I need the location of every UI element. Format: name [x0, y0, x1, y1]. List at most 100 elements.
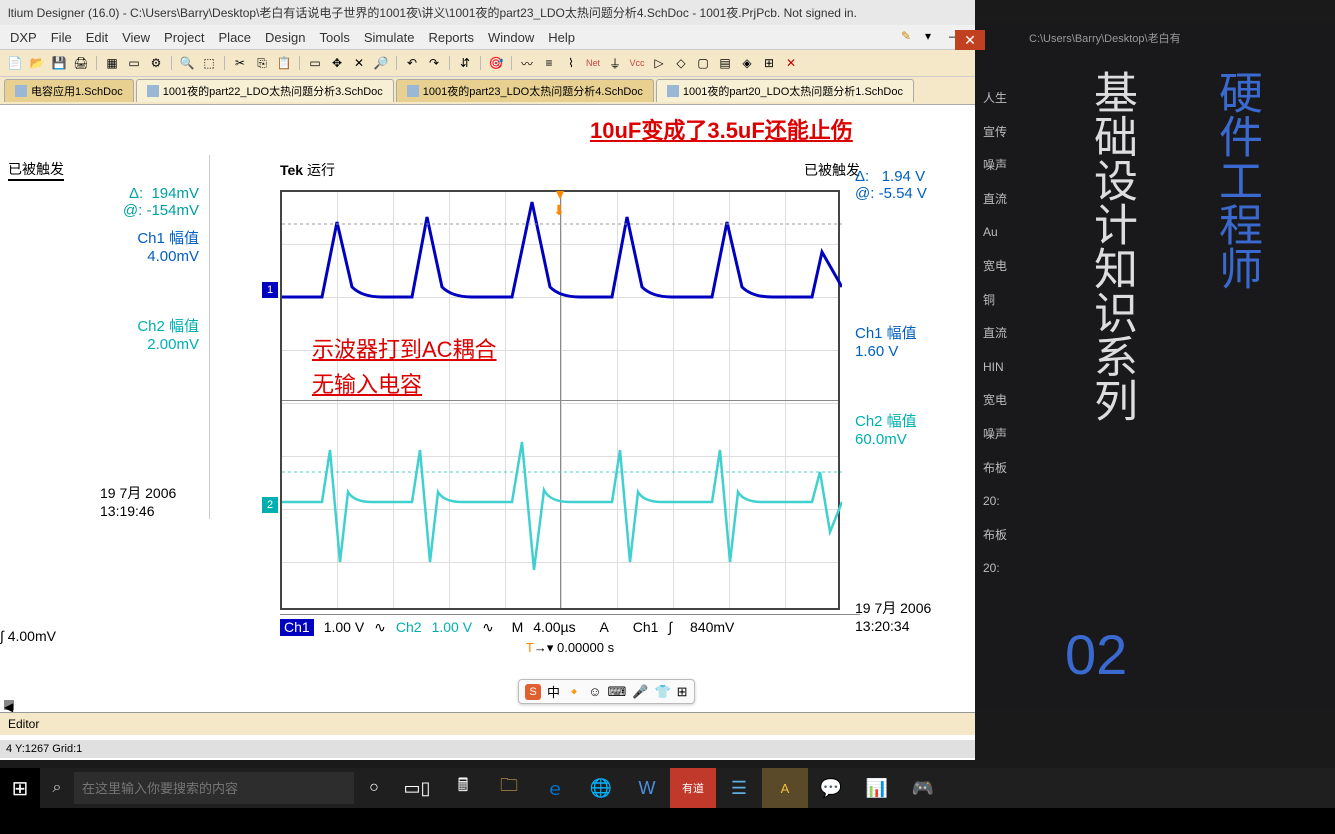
- annotation-title: 10uF变成了3.5uF还能止伤: [590, 113, 853, 145]
- zoom-fit-icon[interactable]: 🔍: [178, 54, 196, 72]
- gnd-icon[interactable]: ⏚: [606, 54, 624, 72]
- wps-icon[interactable]: W: [624, 768, 670, 808]
- menu-view[interactable]: View: [122, 30, 150, 45]
- pencil-icon[interactable]: ✎: [901, 29, 917, 45]
- cursor-delta-right: Δ: 1.94 V @: -5.54 V: [855, 168, 965, 202]
- app-icon[interactable]: 🎮: [900, 768, 946, 808]
- oscilloscope-main: Tek 运行 已被触发 ▼⬇ 1 2 示波器打到AC耦合: [280, 160, 860, 656]
- hierarchy-icon[interactable]: ⇵: [456, 54, 474, 72]
- edge-icon[interactable]: ｅ: [532, 768, 578, 808]
- overlay-list: 人生 宣传 噪声 直流 Au 宽电 铜 直流 HIN 宽电 噪声 布板 20: …: [983, 82, 1007, 586]
- ime-emoji-icon[interactable]: ☺: [588, 684, 601, 699]
- menu-help[interactable]: Help: [548, 30, 575, 45]
- oscilloscope-right: Δ: 1.94 V @: -5.54 V Ch1 幅值1.60 V Ch2 幅值…: [855, 160, 965, 634]
- menu-dxp[interactable]: DXP: [10, 30, 37, 45]
- new-icon[interactable]: 📄: [6, 54, 24, 72]
- ime-floating-bar[interactable]: S 中 🔸 ☺ ⌨ 🎤 👕 ⊞: [518, 679, 695, 704]
- layers-icon[interactable]: ▦: [103, 54, 121, 72]
- task-view-icon[interactable]: ▭▯: [394, 768, 440, 808]
- tab-1[interactable]: 1001夜的part22_LDO太热问题分析3.SchDoc: [136, 79, 394, 102]
- video-overlay: ✕ C:\Users\Barry\Desktop\老白有 人生 宣传 噪声 直流…: [975, 22, 1335, 710]
- ch1-amplitude-right: Ch1 幅值1.60 V: [855, 322, 965, 360]
- save-icon[interactable]: 💾: [50, 54, 68, 72]
- ch2-marker: 2: [262, 497, 278, 513]
- settings-icon[interactable]: ☰: [716, 768, 762, 808]
- editor-panel-tab[interactable]: Editor: [0, 712, 975, 735]
- deselect-icon[interactable]: ✕: [350, 54, 368, 72]
- paste-icon[interactable]: 📋: [275, 54, 293, 72]
- cross-probe-icon[interactable]: 🎯: [487, 54, 505, 72]
- trigger-status-main: 已被触发: [804, 160, 860, 180]
- start-button[interactable]: ⊞: [0, 768, 40, 808]
- open-icon[interactable]: 📂: [28, 54, 46, 72]
- youdao-icon[interactable]: 有道: [670, 768, 716, 808]
- schematic-content[interactable]: 10uF变成了3.5uF还能止伤 已被触发 Δ: 194mV @: -154mV…: [0, 105, 975, 705]
- vcc-icon[interactable]: Vcc: [628, 54, 646, 72]
- print-icon[interactable]: 🖨: [72, 54, 90, 72]
- sheet-icon[interactable]: ▭: [125, 54, 143, 72]
- no-erc-icon[interactable]: ✕: [782, 54, 800, 72]
- sheet-symbol-icon[interactable]: ▤: [716, 54, 734, 72]
- part-icon[interactable]: ▷: [650, 54, 668, 72]
- menu-edit[interactable]: Edit: [86, 30, 108, 45]
- excel-icon[interactable]: 📊: [854, 768, 900, 808]
- find-icon[interactable]: 🔎: [372, 54, 390, 72]
- close-icon[interactable]: ✕: [955, 30, 985, 50]
- zoom-region-icon[interactable]: ⬚: [200, 54, 218, 72]
- overlay-path: C:\Users\Barry\Desktop\老白有: [1029, 30, 1181, 46]
- bus-icon[interactable]: ≡: [540, 54, 558, 72]
- compile-icon[interactable]: ⚙: [147, 54, 165, 72]
- scroll-left-icon[interactable]: ◀: [4, 700, 14, 710]
- altium-icon[interactable]: A: [762, 768, 808, 808]
- device-icon[interactable]: ◈: [738, 54, 756, 72]
- harness-icon[interactable]: ⊞: [760, 54, 778, 72]
- file-explorer-icon[interactable]: 🗀: [486, 768, 532, 808]
- menu-reports[interactable]: Reports: [428, 30, 474, 45]
- cortana-icon[interactable]: ○: [354, 779, 394, 797]
- undo-icon[interactable]: ↶: [403, 54, 421, 72]
- redo-icon[interactable]: ↷: [425, 54, 443, 72]
- wechat-icon[interactable]: 💬: [808, 768, 854, 808]
- document-tabs: 电容应用1.SchDoc 1001夜的part22_LDO太热问题分析3.Sch…: [0, 77, 975, 105]
- menu-design[interactable]: Design: [265, 30, 305, 45]
- net-icon[interactable]: Net: [584, 54, 602, 72]
- move-icon[interactable]: ✥: [328, 54, 346, 72]
- ime-punct-icon[interactable]: 🔸: [566, 684, 582, 700]
- menu-tools[interactable]: Tools: [320, 30, 350, 45]
- menu-simulate[interactable]: Simulate: [364, 30, 415, 45]
- sheet-entry-icon[interactable]: ▢: [694, 54, 712, 72]
- menu-bar: DXP File Edit View Project Place Design …: [0, 25, 975, 50]
- ime-mic-icon[interactable]: 🎤: [632, 684, 648, 700]
- signal-icon[interactable]: ⌇: [562, 54, 580, 72]
- ch2-amplitude-left: Ch2 幅值2.00mV: [0, 315, 209, 353]
- sogou-icon[interactable]: S: [525, 684, 541, 700]
- port-icon[interactable]: ◇: [672, 54, 690, 72]
- overlay-title-2: 硬件工程师: [1200, 70, 1260, 290]
- calculator-icon[interactable]: 🖩: [440, 768, 486, 808]
- tek-logo: Tek: [280, 162, 303, 178]
- cut-icon[interactable]: ✂: [231, 54, 249, 72]
- ime-keyboard-icon[interactable]: ⌨: [607, 684, 626, 700]
- select-icon[interactable]: ▭: [306, 54, 324, 72]
- chrome-icon[interactable]: 🌐: [578, 768, 624, 808]
- overlay-number: 02: [1065, 622, 1127, 687]
- scope-display: ▼⬇ 1 2 示波器打到AC耦合 无输入电容: [280, 190, 840, 610]
- copy-icon[interactable]: ⎘: [253, 54, 271, 72]
- menu-project[interactable]: Project: [164, 30, 204, 45]
- ime-skin-icon[interactable]: 👕: [654, 684, 670, 700]
- windows-taskbar: ⊞ ⌕ ○ ▭▯ 🖩 🗀 ｅ 🌐 W 有道 ☰ A 💬 📊 🎮: [0, 768, 1335, 808]
- tab-0[interactable]: 电容应用1.SchDoc: [4, 79, 134, 102]
- cursor-delta: Δ: 194mV @: -154mV: [0, 185, 209, 219]
- search-icon[interactable]: ⌕: [40, 768, 74, 808]
- toolbar: 📄 📂 💾 🖨 ▦ ▭ ⚙ 🔍 ⬚ ✂ ⎘ 📋 ▭ ✥ ✕ 🔎 ↶ ↷ ⇵ 🎯 …: [0, 50, 975, 77]
- tab-3[interactable]: 1001夜的part20_LDO太热问题分析1.SchDoc: [656, 79, 914, 102]
- tab-2-active[interactable]: 1001夜的part23_LDO太热问题分析4.SchDoc: [396, 79, 654, 102]
- menu-place[interactable]: Place: [219, 30, 252, 45]
- search-input[interactable]: [74, 772, 354, 804]
- menu-file[interactable]: File: [51, 30, 72, 45]
- wire-icon[interactable]: 〰: [518, 54, 536, 72]
- ime-lang[interactable]: 中: [547, 682, 560, 701]
- menu-window[interactable]: Window: [488, 30, 534, 45]
- ime-toolbox-icon[interactable]: ⊞: [677, 684, 688, 700]
- dropdown-icon[interactable]: ▾: [925, 29, 941, 45]
